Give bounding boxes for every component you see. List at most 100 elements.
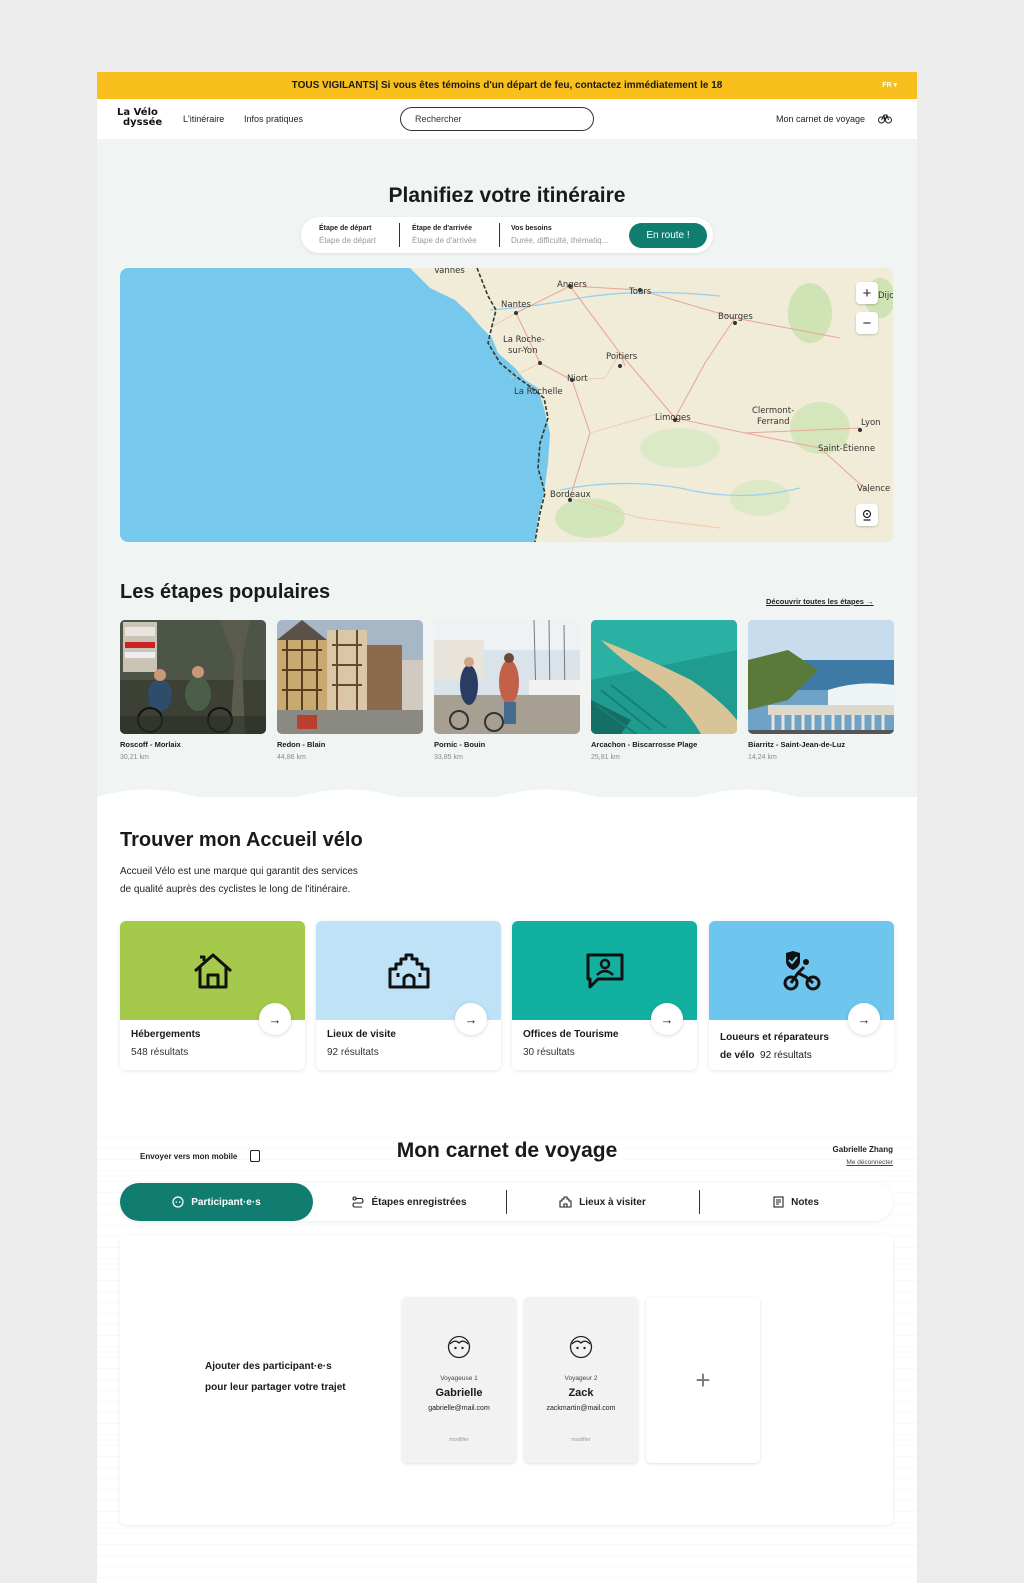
face-icon — [569, 1335, 593, 1359]
needs-label: Vos besoins — [511, 225, 552, 232]
accueil-description: Accueil Vélo est une marque qui garantit… — [120, 863, 420, 899]
category-count: 92 résultats — [760, 1050, 812, 1061]
category-card-lieux[interactable]: → Lieux de visite 92 résultats — [316, 921, 501, 1070]
edit-participant-link[interactable]: modifier — [524, 1437, 638, 1443]
nav-link-itineraire[interactable]: L'itinéraire — [183, 114, 224, 124]
stage-distance: 30,21 km — [120, 754, 149, 761]
stage-name: Arcachon - Biscarrosse Plage — [591, 740, 698, 749]
map-city: La Roche- — [503, 335, 545, 345]
map-city: sur-Yon — [508, 346, 538, 356]
face-icon — [172, 1196, 184, 1208]
participant-name: Gabrielle — [435, 1387, 483, 1399]
logo[interactable]: La Vélo dyssée — [117, 108, 162, 128]
participant-card[interactable]: Voyageur 2 Zack zackmartin@mail.com modi… — [524, 1297, 638, 1463]
accueil-desc-line: de qualité auprès des cyclistes le long … — [120, 884, 351, 895]
search-input[interactable]: Rechercher — [400, 107, 594, 131]
end-label: Étape de d'arrivée — [412, 225, 473, 232]
notes-icon — [773, 1196, 784, 1208]
tab-participants[interactable]: Participant·e·s — [120, 1183, 313, 1221]
stage-distance: 44,86 km — [277, 754, 306, 761]
map-city: Lyon — [861, 418, 881, 428]
nav-link-carnet[interactable]: Mon carnet de voyage — [776, 114, 865, 124]
map-city: Clermont- — [752, 406, 795, 416]
zoom-in-button[interactable]: + — [856, 282, 878, 304]
arrow-right-icon[interactable]: → — [259, 1003, 291, 1035]
needs-field[interactable]: Vos besoins Durée, difficulté, thématiq.… — [511, 225, 608, 245]
stage-card[interactable]: Arcachon - Biscarrosse Plage 25,81 km — [591, 620, 737, 761]
accueil-desc-line: Accueil Vélo est une marque qui garantit… — [120, 866, 358, 877]
edit-participant-link[interactable]: modifier — [402, 1437, 516, 1443]
participant-role: Voyageur 2 — [564, 1375, 598, 1382]
logout-link[interactable]: Me déconnecter — [846, 1159, 893, 1166]
stage-name: Biarritz - Saint-Jean-de-Luz — [748, 740, 846, 749]
category-card-hebergements[interactable]: → Hébergements 548 résultats — [120, 921, 305, 1070]
divider — [499, 223, 500, 247]
participants-panel: Ajouter des participant·e·s pour leur pa… — [120, 1235, 893, 1525]
house-icon — [193, 953, 232, 988]
category-card-loueurs[interactable]: → Loueurs et réparateurs de vélo 92 résu… — [709, 921, 894, 1070]
category-name-line2: de vélo — [720, 1050, 755, 1061]
planner-title: Planifiez votre itinéraire — [388, 184, 626, 207]
all-stages-link[interactable]: Découvrir toutes les étapes → — [766, 597, 874, 606]
stage-card[interactable]: Pornic - Bouin 33,85 km — [434, 620, 580, 761]
add-participant-button[interactable]: + — [646, 1297, 760, 1463]
category-name: Hébergements — [131, 1029, 201, 1040]
tab-label: Lieux à visiter — [579, 1196, 646, 1208]
participant-email: zackmartin@mail.com — [546, 1405, 616, 1412]
map-city: Tours — [629, 287, 652, 297]
divider — [399, 223, 400, 247]
route-icon — [352, 1196, 365, 1208]
nav-link-infos[interactable]: Infos pratiques — [244, 114, 303, 124]
location-pin-icon — [862, 509, 872, 521]
arrow-right-icon[interactable]: → — [455, 1003, 487, 1035]
stage-name: Pornic - Bouin — [434, 740, 486, 749]
castle-small-icon — [559, 1196, 572, 1208]
map-city: Vannes — [434, 268, 465, 276]
tab-lieux[interactable]: Lieux à visiter — [506, 1183, 699, 1221]
category-count: 30 résultats — [523, 1047, 575, 1058]
map-city: Angers — [557, 280, 587, 290]
participant-role: Voyageuse 1 — [440, 1375, 478, 1382]
category-count: 92 résultats — [327, 1047, 379, 1058]
add-text-line: Ajouter des participant·e·s — [205, 1361, 332, 1372]
alert-message: | Si vous êtes témoins d'un départ de fe… — [375, 80, 723, 91]
stage-card[interactable]: Roscoff - Morlaix 30,21 km — [120, 620, 266, 761]
bike-icon[interactable] — [878, 112, 892, 124]
stage-distance: 14,24 km — [748, 754, 777, 761]
locate-button[interactable] — [856, 504, 878, 526]
stage-card[interactable]: Biarritz - Saint-Jean-de-Luz 14,24 km — [748, 620, 894, 761]
participant-card[interactable]: Voyageuse 1 Gabrielle gabrielle@mail.com… — [402, 1297, 516, 1463]
category-card-offices[interactable]: → Offices de Tourisme 30 résultats — [512, 921, 697, 1070]
start-placeholder: Étape de départ — [319, 236, 376, 245]
map-city: Bordeaux — [550, 490, 591, 500]
tab-label: Notes — [791, 1196, 819, 1208]
language-selector[interactable]: FR ▾ — [882, 81, 897, 89]
en-route-button[interactable]: En route ! — [629, 223, 707, 248]
category-name: Loueurs et réparateurs de vélo 92 résult… — [720, 1029, 870, 1065]
top-nav: La Vélo dyssée L'itinéraire Infos pratiq… — [97, 99, 917, 139]
tab-etapes[interactable]: Étapes enregistrées — [313, 1183, 506, 1221]
zoom-out-button[interactable]: − — [856, 312, 878, 334]
start-field[interactable]: Étape de départ Étape de départ — [319, 225, 376, 245]
user-name: Gabrielle Zhang — [832, 1145, 893, 1154]
castle-icon — [388, 953, 429, 988]
stage-name: Redon - Blain — [277, 740, 326, 749]
carnet-title: Mon carnet de voyage — [396, 1139, 618, 1162]
carnet-tabs: Participant·e·s Étapes enregistrées Lieu… — [120, 1183, 893, 1221]
stage-photo — [591, 620, 737, 734]
end-placeholder: Étape de d'arrivée — [412, 236, 477, 245]
tab-notes[interactable]: Notes — [699, 1183, 893, 1221]
stage-photo — [277, 620, 423, 734]
arrow-right-icon[interactable]: → — [651, 1003, 683, 1035]
stage-card[interactable]: Redon - Blain 44,86 km — [277, 620, 423, 761]
needs-placeholder: Durée, difficulté, thématiq... — [511, 236, 609, 245]
stage-photo — [748, 620, 894, 734]
map-city: Nantes — [501, 300, 531, 310]
route-map[interactable]: Vannes Angers Tours Nantes Bourges La Ro… — [120, 268, 893, 542]
end-field[interactable]: Étape de d'arrivée Étape de d'arrivée — [412, 225, 477, 245]
stage-photo — [434, 620, 580, 734]
map-city: Bourges — [718, 312, 753, 322]
category-name: Lieux de visite — [327, 1029, 396, 1040]
face-icon — [447, 1335, 471, 1359]
stage-name: Roscoff - Morlaix — [120, 740, 181, 749]
